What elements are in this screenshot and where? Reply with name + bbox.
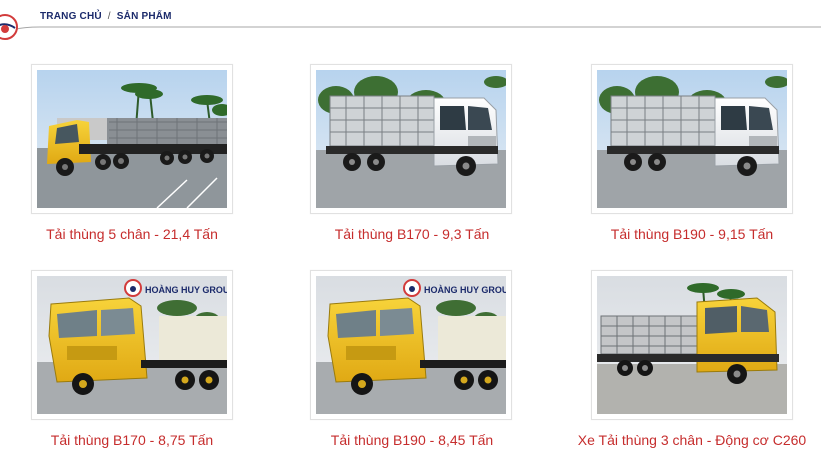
product-title[interactable]: Tải thùng B190 - 8,45 Tấn (282, 432, 542, 448)
product-title[interactable]: Tải thùng B170 - 8,75 Tấn (2, 432, 262, 448)
top-bar: TRANG CHỦ / SẢN PHẨM (0, 0, 821, 40)
truck-image-icon: HOÀNG HUY GROUP (37, 276, 227, 414)
hoang-huy-logo-badge: HOÀNG HUY GROUP (424, 285, 506, 295)
product-title[interactable]: Tải thùng B190 - 9,15 Tấn (562, 226, 821, 242)
breadcrumb-home-link[interactable]: TRANG CHỦ (40, 11, 102, 22)
product-card[interactable]: Tải thùng B190 - 9,15 Tấn (562, 64, 821, 264)
breadcrumb: TRANG CHỦ / SẢN PHẨM (40, 11, 172, 22)
product-image[interactable] (310, 64, 512, 214)
breadcrumb-current: SẢN PHẨM (116, 11, 172, 22)
brand-logo-icon (0, 14, 18, 40)
product-title[interactable]: Tải thùng 5 chân - 21,4 Tấn (2, 226, 262, 242)
product-image[interactable] (31, 64, 233, 214)
truck-image-icon (37, 70, 227, 208)
truck-image-icon (597, 70, 787, 208)
product-card[interactable]: Xe Tải thùng 3 chân - Động cơ C260 (562, 270, 821, 470)
product-image[interactable] (591, 64, 793, 214)
product-image[interactable] (591, 270, 793, 420)
product-card[interactable]: Tải thùng B170 - 9,3 Tấn (282, 64, 542, 264)
product-title[interactable]: Xe Tải thùng 3 chân - Động cơ C260 (562, 432, 821, 448)
truck-image-icon (316, 70, 506, 208)
breadcrumb-separator: / (107, 11, 111, 22)
hoang-huy-logo-badge: HOÀNG HUY GROUP (145, 285, 227, 295)
product-card[interactable]: Tải thùng 5 chân - 21,4 Tấn (2, 64, 262, 264)
product-title[interactable]: Tải thùng B170 - 9,3 Tấn (282, 226, 542, 242)
product-image[interactable]: HOÀNG HUY GROUP (31, 270, 233, 420)
truck-image-icon: HOÀNG HUY GROUP (316, 276, 506, 414)
product-card[interactable]: HOÀNG HUY GROUP Tải thùng B190 - 8,45 Tấ… (282, 270, 542, 470)
product-image[interactable]: HOÀNG HUY GROUP (310, 270, 512, 420)
product-card[interactable]: HOÀNG HUY GROUP Tải thùng B170 - 8,75 Tấ… (2, 270, 262, 470)
truck-image-icon (597, 276, 787, 414)
